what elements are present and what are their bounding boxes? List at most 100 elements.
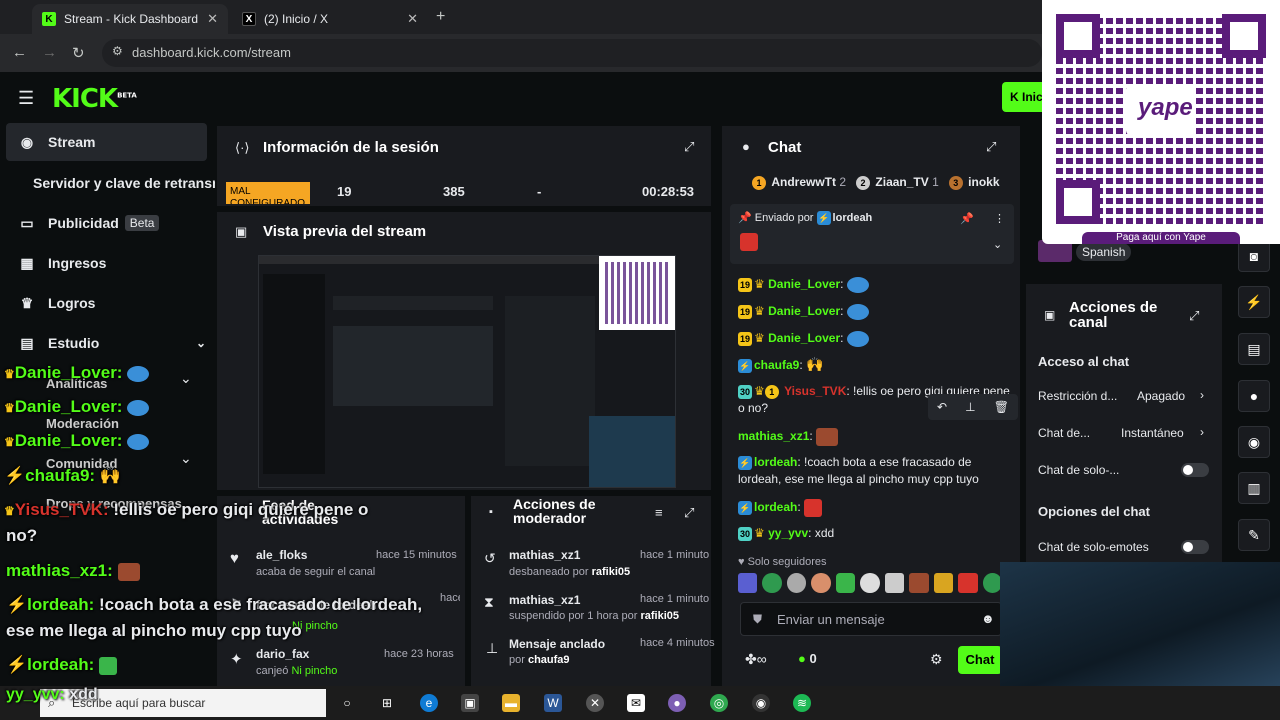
mod-user[interactable]: mathias_xz1: [509, 593, 580, 607]
emote-icon[interactable]: [738, 573, 758, 593]
broadcast-icon[interactable]: ◉: [1238, 426, 1270, 458]
chat-message[interactable]: 30 ♛ yy_yvv: xdd: [738, 525, 1018, 542]
tab-kick-dashboard[interactable]: K Stream - Kick Dashboard ✕: [32, 4, 228, 34]
emote-icon[interactable]: [909, 573, 929, 593]
chat-message[interactable]: 19 ♛ Danie_Lover:: [738, 303, 1018, 320]
hamburger-menu-icon[interactable]: ☰: [18, 88, 34, 109]
task-view-icon[interactable]: ⊞: [378, 694, 396, 712]
new-tab-icon[interactable]: +: [436, 8, 445, 26]
unpin-icon[interactable]: 📌: [960, 212, 974, 225]
emote-icon[interactable]: [786, 573, 807, 593]
layout-icon[interactable]: ▥: [1238, 472, 1270, 504]
chat-message[interactable]: ⚡ lordeah:: [738, 499, 1018, 517]
chevron-down-icon[interactable]: ⌄: [993, 238, 1002, 251]
cortana-icon[interactable]: ○: [338, 694, 356, 712]
crown-icon: ♛: [754, 277, 765, 291]
notes-icon[interactable]: ▤: [1238, 333, 1270, 365]
close-tab-icon[interactable]: ✕: [207, 11, 218, 27]
chat-message[interactable]: 19 ♛ Danie_Lover:: [738, 330, 1018, 347]
angry-emote-icon: [804, 499, 823, 517]
spotify-icon[interactable]: ≋: [793, 694, 811, 712]
slow-mode-value[interactable]: Instantáneo: [1121, 426, 1184, 440]
chat-message[interactable]: ⚡ lordeah: !coach bota a ese fracasado de…: [738, 454, 1018, 488]
popout-icon[interactable]: ⤢: [684, 139, 694, 155]
delete-icon[interactable]: 🗑: [994, 400, 1009, 414]
settings-icon[interactable]: ⚙: [930, 651, 943, 668]
gifter-name[interactable]: AndrewwTt: [771, 175, 836, 189]
emote-icon[interactable]: [860, 573, 880, 593]
emoji-icon[interactable]: ☻: [981, 611, 995, 626]
mod-icon: ▪: [489, 506, 493, 518]
emote-icon[interactable]: [835, 573, 856, 593]
gifter-name[interactable]: inokk: [968, 175, 999, 189]
reload-icon[interactable]: ↻: [72, 44, 85, 62]
chevron-right-icon[interactable]: ›: [1200, 388, 1204, 402]
pin-icon[interactable]: ⊥: [965, 400, 975, 414]
store-icon[interactable]: ▣: [461, 694, 479, 712]
emote-icon[interactable]: [811, 573, 831, 593]
emote-icon[interactable]: [762, 573, 782, 593]
sub-badge: 19: [738, 277, 752, 292]
overlay-user: yy_yvv:: [6, 686, 65, 703]
filter-icon[interactable]: ≡: [655, 505, 663, 520]
messenger-icon[interactable]: ●: [668, 694, 686, 712]
overlay-user: chaufa9:: [25, 466, 96, 485]
popout-icon[interactable]: ⤢: [986, 139, 996, 155]
emote-icon[interactable]: [933, 573, 954, 593]
mod-user[interactable]: mathias_xz1: [509, 548, 580, 562]
wrench-icon[interactable]: ✎: [1238, 519, 1270, 551]
obs-icon[interactable]: ◉: [752, 694, 770, 712]
restriction-value[interactable]: Apagado: [1137, 389, 1185, 403]
sidebar-item-income[interactable]: ▦ Ingresos: [18, 248, 106, 278]
chat-input[interactable]: ⛊ Enviar un mensaje ☻: [740, 602, 1002, 636]
subs-only-toggle[interactable]: [1181, 463, 1209, 477]
popout-icon[interactable]: ⤢: [684, 505, 694, 521]
overlay-chat-line: ♛Danie_Lover:: [4, 363, 150, 383]
crown-icon: ♛: [4, 504, 15, 518]
tab-x-home[interactable]: X (2) Inicio / X ✕: [232, 4, 428, 34]
popout-icon[interactable]: ⤢: [1189, 308, 1199, 324]
lightning-icon[interactable]: ⚡: [1238, 286, 1270, 318]
mod-user[interactable]: Mensaje anclado: [509, 637, 605, 651]
folder-icon[interactable]: ▬: [502, 694, 520, 712]
reply-icon[interactable]: ↶: [937, 400, 947, 414]
chevron-down-icon[interactable]: ⌄: [180, 370, 192, 387]
emote-icon[interactable]: [958, 573, 978, 593]
send-chat-button[interactable]: Chat: [958, 646, 1002, 674]
emote-icon[interactable]: [884, 573, 905, 593]
url-field[interactable]: ⚙ dashboard.kick.com/stream: [102, 39, 1042, 67]
frog-emote-icon: [127, 365, 150, 382]
back-icon[interactable]: ←: [12, 44, 27, 61]
chrome-icon[interactable]: ◎: [710, 694, 728, 712]
forward-icon[interactable]: →: [42, 44, 57, 61]
emotes-only-toggle[interactable]: [1181, 540, 1209, 554]
feed-user[interactable]: ale_floks: [256, 548, 307, 562]
sidebar-item-stream[interactable]: ◉ Stream: [18, 127, 96, 157]
mail-icon[interactable]: ✉: [627, 694, 645, 712]
sidebar-item-studio[interactable]: ▤ Estudio ⌄: [18, 328, 206, 358]
sidebar-item-server-key[interactable]: Servidor y clave de retransmisión: [33, 168, 215, 198]
chat-message[interactable]: mathias_xz1:: [738, 428, 1018, 446]
chat-message[interactable]: ⚡ chaufa9: 🙌: [738, 356, 1018, 374]
sidebar-item-ads[interactable]: ▭ Publicidad Beta: [18, 208, 160, 238]
close-tab-icon[interactable]: ✕: [407, 11, 418, 27]
camera-icon[interactable]: ◙: [1238, 240, 1270, 272]
overlay-user: Danie_Lover:: [14, 397, 123, 416]
site-info-icon[interactable]: ⚙: [112, 44, 123, 58]
mod-action: desbaneado por rafiki05: [509, 566, 630, 578]
edge-icon[interactable]: e: [420, 694, 438, 712]
chevron-right-icon[interactable]: ›: [1200, 425, 1204, 439]
chat-icon[interactable]: ●: [1238, 380, 1270, 412]
stream-preview-video[interactable]: [258, 255, 676, 488]
go-live-button[interactable]: K Inic: [1002, 82, 1046, 112]
chevron-down-icon[interactable]: ⌄: [180, 450, 192, 467]
sidebar-item-achievements[interactable]: ♛ Logros: [18, 288, 96, 318]
gifter-name[interactable]: Ziaan_TV: [875, 175, 928, 189]
feed-user[interactable]: dario_fax: [256, 647, 309, 661]
language-tag[interactable]: Spanish: [1076, 243, 1132, 261]
word-icon[interactable]: W: [544, 694, 562, 712]
chat-message[interactable]: 19 ♛ Danie_Lover:: [738, 276, 1018, 293]
more-options-icon[interactable]: ⋮: [994, 212, 1005, 225]
kick-logo[interactable]: KICKBETA: [52, 84, 137, 114]
xbox-icon[interactable]: ✕: [586, 694, 604, 712]
